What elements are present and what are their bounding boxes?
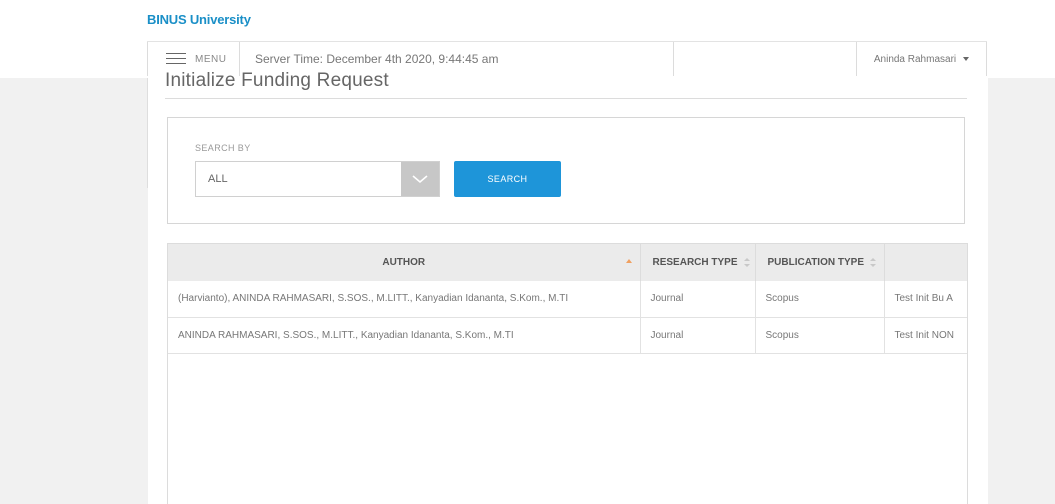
sort-icon: [743, 257, 750, 267]
cell-research-type: Journal: [640, 317, 756, 354]
column-header-label: PUBLICATION TYPE: [767, 257, 864, 268]
cell-publication-type: Scopus: [755, 317, 885, 354]
caret-down-icon: [963, 57, 970, 61]
column-header-author[interactable]: AUTHOR: [168, 244, 641, 281]
user-name: Aninda Rahmasari: [873, 53, 957, 65]
column-header-research-type[interactable]: RESEARCH TYPE: [640, 244, 756, 281]
search-by-label: SEARCH BY: [195, 143, 251, 153]
column-header-publication-type[interactable]: PUBLICATION TYPE: [755, 244, 885, 281]
cell-publication-type: Scopus: [755, 281, 885, 318]
title-divider: [165, 98, 967, 99]
search-button[interactable]: SEARCH: [454, 161, 561, 197]
page-title: Initialize Funding Request: [165, 70, 389, 91]
cell-author: ANINDA RAHMASARI, S.SOS., M.LITT., Kanya…: [168, 317, 641, 354]
search-panel: SEARCH BY ALL SEARCH: [167, 117, 965, 224]
cell-author: (Harvianto), ANINDA RAHMASARI, S.SOS., M…: [168, 281, 641, 318]
menu-label: MENU: [195, 53, 227, 65]
sort-ascending-icon: [625, 259, 632, 263]
chevron-down-icon[interactable]: [401, 162, 439, 196]
column-header-label: RESEARCH TYPE: [652, 257, 738, 268]
column-header-title[interactable]: T: [884, 244, 967, 281]
brand-logo-text[interactable]: BINUS University: [147, 12, 251, 27]
main-content: Initialize Funding Request SEARCH BY ALL…: [148, 70, 988, 504]
table-header-row: AUTHOR RESEARCH TYPE PUBLICATION TYPE T: [168, 244, 967, 281]
table-row[interactable]: ANINDA RAHMASARI, S.SOS., M.LITT., Kanya…: [168, 317, 967, 354]
cell-title: Test Init NON: [884, 317, 967, 354]
search-by-select[interactable]: ALL: [195, 161, 440, 197]
sort-icon: [869, 257, 876, 267]
table-row[interactable]: (Harvianto), ANINDA RAHMASARI, S.SOS., M…: [168, 281, 967, 318]
cell-research-type: Journal: [640, 281, 756, 318]
funding-request-table: AUTHOR RESEARCH TYPE PUBLICATION TYPE T: [167, 243, 968, 504]
search-by-selected-value: ALL: [208, 173, 228, 185]
top-bar: BINUS University MENU Server Time: Decem…: [0, 0, 1055, 78]
column-header-label: AUTHOR: [382, 257, 426, 268]
cell-title: Test Init Bu A: [884, 281, 967, 318]
user-menu-dropdown[interactable]: Aninda Rahmasari: [856, 42, 987, 76]
hamburger-icon: [166, 53, 186, 65]
